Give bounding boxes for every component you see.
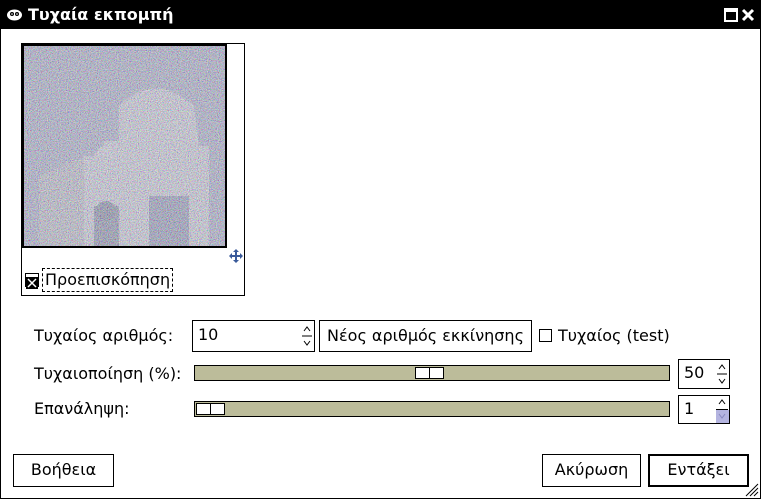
repeat-input[interactable]: 1 bbox=[678, 395, 730, 424]
random-seed-input[interactable]: 10 bbox=[192, 320, 315, 352]
random-seed-value: 10 bbox=[198, 325, 219, 344]
resize-grip-icon[interactable] bbox=[741, 479, 759, 497]
close-icon[interactable] bbox=[741, 8, 755, 22]
help-button[interactable]: Βοήθεια bbox=[13, 454, 114, 487]
navigate-icon[interactable] bbox=[229, 249, 243, 263]
randomization-slider[interactable] bbox=[194, 365, 670, 381]
repeat-label: Επανάληψη: bbox=[34, 399, 130, 418]
randomization-value: 50 bbox=[684, 363, 705, 382]
randomization-input[interactable]: 50 bbox=[678, 359, 730, 389]
randomization-label: Τυχαιοποίηση (%): bbox=[34, 364, 182, 383]
repeat-slider[interactable] bbox=[194, 401, 670, 417]
repeat-value: 1 bbox=[684, 399, 695, 418]
spin-arrows-icon[interactable] bbox=[715, 396, 729, 423]
preview-label[interactable]: Προεπισκόπηση bbox=[42, 268, 174, 292]
randomization-slider-handle[interactable] bbox=[415, 367, 444, 379]
preview-frame: Προεπισκόπηση bbox=[21, 43, 245, 296]
spin-arrows-icon[interactable] bbox=[715, 360, 729, 388]
ok-button[interactable]: Εντάξει bbox=[648, 454, 749, 487]
repeat-slider-handle[interactable] bbox=[196, 403, 225, 415]
preview-image[interactable] bbox=[22, 44, 227, 248]
randomize-checkbox[interactable] bbox=[539, 329, 552, 342]
dialog-window: Τυχαία εκπομπή Προεπισκόπηση Τυχαίος αρι… bbox=[0, 0, 761, 499]
titlebar[interactable]: Τυχαία εκπομπή bbox=[1, 1, 760, 29]
maximize-icon[interactable] bbox=[724, 8, 738, 22]
spin-arrows-icon[interactable] bbox=[300, 321, 314, 351]
window-title: Τυχαία εκπομπή bbox=[28, 5, 174, 24]
check-mark-icon bbox=[26, 277, 38, 289]
gimp-icon bbox=[7, 9, 22, 21]
new-seed-button[interactable]: Νέος αριθμός εκκίνησης bbox=[319, 320, 532, 352]
randomize-label[interactable]: Τυχαίος (test) bbox=[558, 326, 670, 346]
cancel-button[interactable]: Ακύρωση bbox=[542, 454, 641, 487]
preview-checkbox[interactable] bbox=[25, 273, 39, 289]
random-seed-label: Τυχαίος αριθμός: bbox=[34, 326, 174, 345]
preview-image-graphic bbox=[24, 46, 225, 246]
